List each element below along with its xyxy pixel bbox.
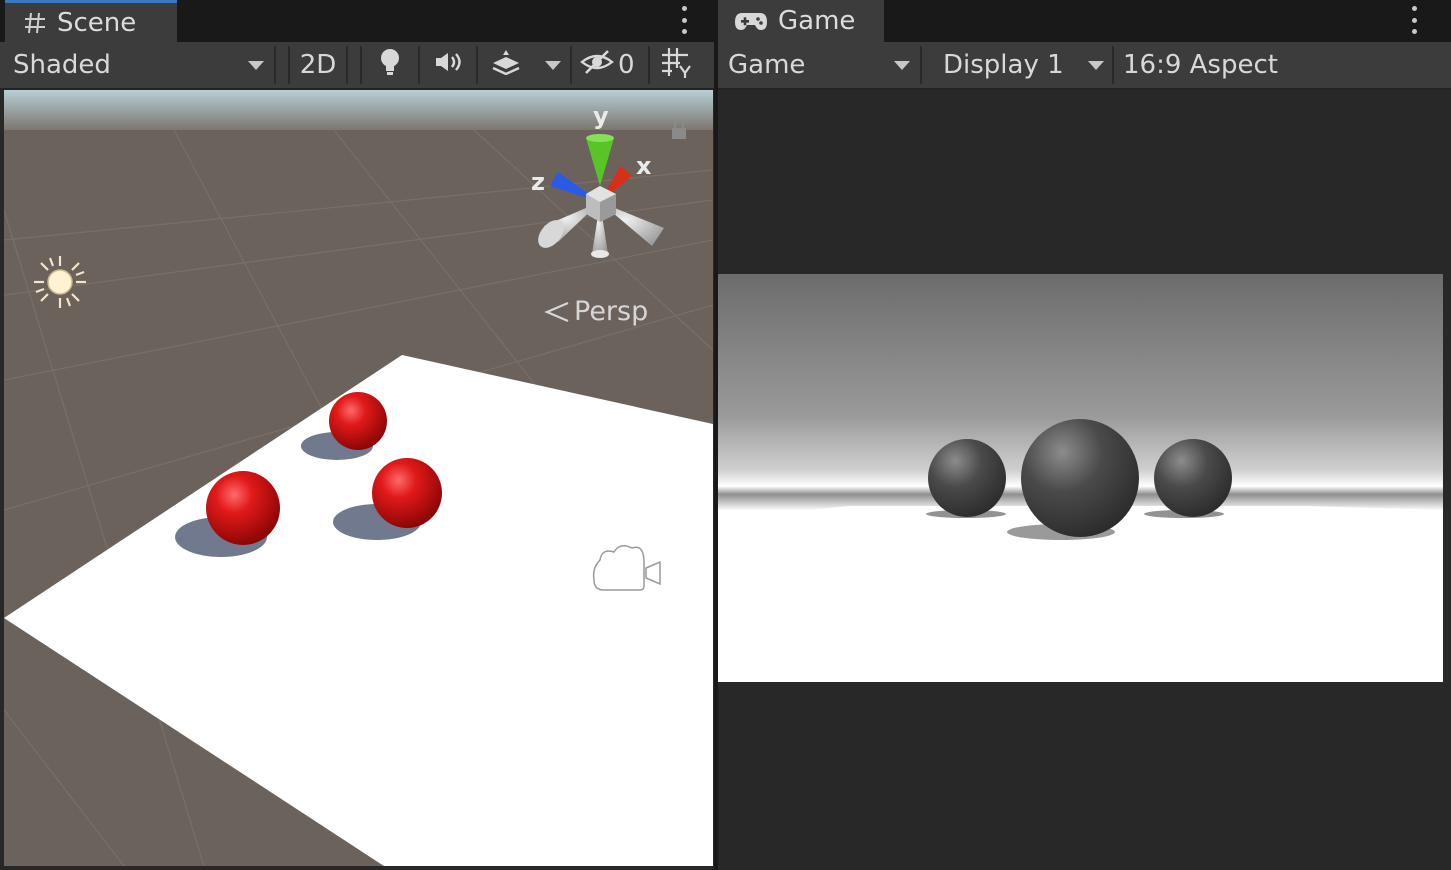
grid-snap-icon: [660, 46, 692, 85]
scene-tab-bar: Scene: [0, 0, 714, 42]
aspect-dropdown[interactable]: 16:9 Aspect: [1114, 42, 1444, 88]
effects-dropdown-button[interactable]: [536, 42, 570, 88]
projection-toggle[interactable]: Persp: [544, 296, 648, 327]
scene-tab[interactable]: Scene: [5, 0, 177, 42]
red-sphere: [206, 471, 280, 545]
game-panel: Game Game Display 1 16:9 Aspect: [718, 0, 1451, 870]
display-dropdown[interactable]: Display 1: [922, 42, 1112, 88]
2d-toggle-button[interactable]: 2D: [290, 42, 346, 88]
gamepad-icon: [734, 10, 768, 32]
audio-speaker-icon: [433, 50, 463, 81]
grey-sphere: [1021, 419, 1139, 537]
scene-toolbar: Shaded 2D 0: [0, 42, 714, 90]
game-render: [718, 274, 1443, 682]
2d-toggle-label: 2D: [299, 50, 337, 80]
chevron-down-icon: [894, 61, 910, 70]
scene-tab-label: Scene: [57, 7, 137, 38]
game-tab-label: Game: [778, 6, 856, 36]
game-tab[interactable]: Game: [718, 0, 884, 42]
shading-mode-dropdown[interactable]: Shaded: [0, 42, 272, 88]
orientation-gizmo[interactable]: y x z: [531, 102, 674, 260]
display-label: Display 1: [943, 50, 1064, 80]
gizmo-z-label: z: [531, 168, 545, 196]
effects-layers-icon: [491, 49, 521, 82]
game-more-menu-icon[interactable]: [1410, 6, 1418, 34]
perspective-chevron-icon: [544, 301, 570, 323]
gizmo-y-label: y: [593, 102, 609, 130]
lighting-toggle-button[interactable]: [362, 42, 418, 88]
visibility-hidden-icon: [580, 49, 614, 82]
red-sphere: [372, 458, 442, 528]
shading-mode-label: Shaded: [13, 50, 111, 80]
grid-hash-icon: [23, 11, 47, 35]
red-sphere: [329, 392, 387, 450]
grey-sphere: [928, 439, 1006, 517]
projection-label: Persp: [574, 296, 649, 327]
directional-light-icon[interactable]: [32, 254, 88, 314]
grid-snap-button[interactable]: [650, 42, 702, 88]
chevron-down-icon: [248, 61, 264, 70]
view-mode-dropdown[interactable]: Game: [718, 42, 918, 88]
view-mode-label: Game: [728, 50, 806, 80]
grey-sphere: [1154, 439, 1232, 517]
effects-toggle-button[interactable]: [478, 42, 534, 88]
game-viewport[interactable]: [718, 274, 1443, 682]
audio-toggle-button[interactable]: [420, 42, 476, 88]
lightbulb-icon: [379, 48, 401, 83]
game-toolbar: Game Display 1 16:9 Aspect: [718, 42, 1451, 90]
hidden-count: 0: [618, 50, 635, 80]
aspect-label: 16:9 Aspect: [1123, 50, 1278, 80]
chevron-down-icon: [545, 61, 561, 70]
chevron-down-icon: [1088, 61, 1104, 70]
hidden-objects-toggle-button[interactable]: 0: [580, 42, 648, 88]
scene-more-menu-icon[interactable]: [680, 6, 688, 34]
scene-panel: Scene Shaded 2D 0 y x z Persp: [0, 0, 714, 870]
gizmo-x-label: x: [636, 152, 652, 180]
camera-icon[interactable]: [590, 540, 666, 602]
game-tab-bar: Game: [718, 0, 1451, 42]
scene-viewport[interactable]: y x z Persp: [4, 90, 713, 866]
